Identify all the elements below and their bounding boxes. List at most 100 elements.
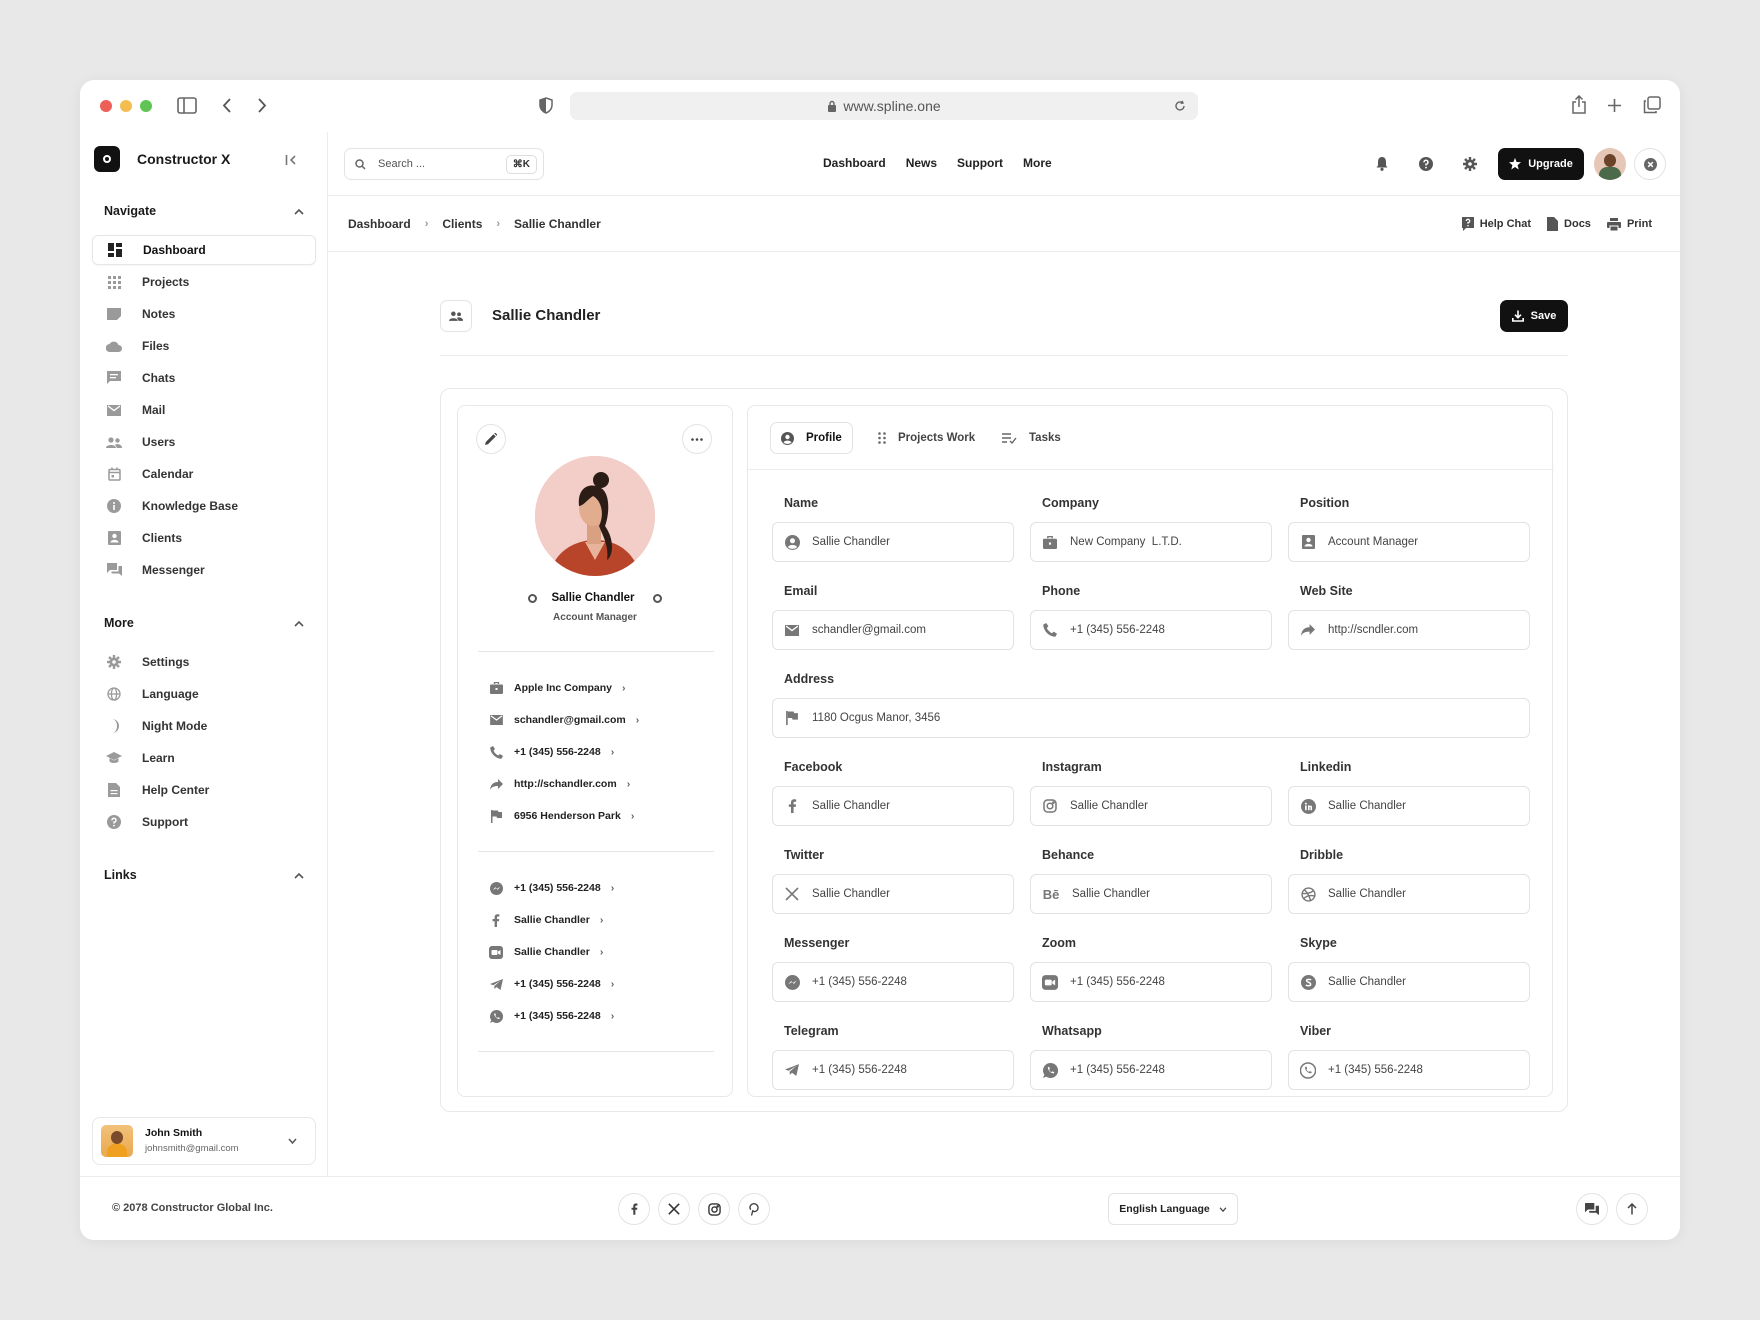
back-icon[interactable] — [222, 97, 232, 114]
twitter-field[interactable]: Sallie Chandler — [772, 874, 1014, 914]
behance-field[interactable]: Bē Sallie Chandler — [1030, 874, 1272, 914]
edit-button[interactable] — [476, 424, 506, 454]
info-phone[interactable]: +1 (345) 556-2248 › — [488, 736, 724, 768]
pinterest-link[interactable] — [738, 1193, 770, 1225]
sidebar-item-settings[interactable]: Settings — [92, 647, 316, 677]
language-selector[interactable]: English Language — [1108, 1193, 1238, 1225]
info-company[interactable]: Apple Inc Company › — [488, 672, 724, 704]
tab-bar: Profile Projects Work Tasks — [748, 406, 1554, 470]
forward-icon[interactable] — [257, 97, 267, 114]
messenger-field[interactable]: +1 (345) 556-2248 — [772, 962, 1014, 1002]
sidebar-item-support[interactable]: Support — [92, 807, 316, 837]
user-profile-card[interactable]: John Smith johnsmith@gmail.com — [92, 1117, 316, 1165]
whatsapp-field[interactable]: +1 (345) 556-2248 — [1030, 1050, 1272, 1090]
chat-support-button[interactable] — [1576, 1193, 1608, 1225]
position-field[interactable]: Account Manager — [1288, 522, 1530, 562]
address-bar[interactable]: www.spline.one — [570, 92, 1198, 120]
email-field[interactable]: schandler@gmail.com — [772, 610, 1014, 650]
tab-projects-work[interactable]: Projects Work — [868, 422, 985, 454]
topnav-support[interactable]: Support — [957, 156, 1003, 170]
dribble-field[interactable]: Sallie Chandler — [1288, 874, 1530, 914]
collapse-sidebar-icon[interactable] — [285, 154, 299, 166]
topnav-more[interactable]: More — [1023, 156, 1052, 170]
print-button[interactable]: Print — [1606, 217, 1652, 231]
instagram-link[interactable] — [698, 1193, 730, 1225]
viber-field[interactable]: +1 (345) 556-2248 — [1288, 1050, 1530, 1090]
share-icon[interactable] — [1571, 95, 1587, 114]
skype-field[interactable]: Sallie Chandler — [1288, 962, 1530, 1002]
info-address[interactable]: 6956 Henderson Park › — [488, 800, 724, 832]
links-section-header[interactable]: Links — [104, 868, 304, 882]
close-circle-icon[interactable] — [1634, 148, 1666, 180]
sidebar-item-knowledge-base[interactable]: Knowledge Base — [92, 491, 316, 521]
phone-label: Phone — [1042, 584, 1081, 598]
users-icon — [106, 434, 122, 450]
sidebar-item-mail[interactable]: Mail — [92, 395, 316, 425]
sidebar-item-night-mode[interactable]: Night Mode — [92, 711, 316, 741]
sidebar-item-files[interactable]: Files — [92, 331, 316, 361]
contact-messenger[interactable]: +1 (345) 556-2248 › — [488, 872, 724, 904]
brand[interactable]: Constructor X — [94, 146, 230, 172]
help-chat-button[interactable]: Help Chat — [1461, 217, 1531, 231]
more-options-button[interactable] — [682, 424, 712, 454]
contact-facebook[interactable]: Sallie Chandler › — [488, 904, 724, 936]
tab-profile[interactable]: Profile — [770, 422, 853, 454]
search-input[interactable]: Search ... — [378, 158, 425, 170]
reload-icon[interactable] — [1174, 100, 1186, 112]
scroll-to-top-button[interactable] — [1616, 1193, 1648, 1225]
contact-zoom[interactable]: Sallie Chandler › — [488, 936, 724, 968]
zoom-field[interactable]: +1 (345) 556-2248 — [1030, 962, 1272, 1002]
account-avatar[interactable] — [1594, 148, 1626, 180]
help-icon — [106, 814, 122, 830]
facebook-field[interactable]: Sallie Chandler — [772, 786, 1014, 826]
sidebar-item-users[interactable]: Users — [92, 427, 316, 457]
company-field[interactable]: New Company L.T.D. — [1030, 522, 1272, 562]
x-twitter-link[interactable] — [658, 1193, 690, 1225]
docs-button[interactable]: Docs — [1547, 217, 1591, 231]
help-icon[interactable] — [1410, 148, 1442, 180]
facebook-value: Sallie Chandler — [812, 800, 890, 812]
sidebar-item-projects[interactable]: Projects — [92, 267, 316, 297]
topnav-news[interactable]: News — [906, 156, 937, 170]
breadcrumb-clients[interactable]: Clients — [442, 217, 482, 231]
sidebar-item-notes[interactable]: Notes — [92, 299, 316, 329]
linkedin-field[interactable]: Sallie Chandler — [1288, 786, 1530, 826]
more-section-header[interactable]: More — [104, 616, 304, 630]
telegram-field[interactable]: +1 (345) 556-2248 — [772, 1050, 1014, 1090]
upgrade-button[interactable]: Upgrade — [1498, 148, 1584, 180]
sidebar-item-learn[interactable]: Learn — [92, 743, 316, 773]
tab-tasks[interactable]: Tasks — [992, 422, 1071, 454]
contact-telegram[interactable]: +1 (345) 556-2248 › — [488, 968, 724, 1000]
facebook-link[interactable] — [618, 1193, 650, 1225]
sidebar-item-dashboard[interactable]: Dashboard — [92, 235, 316, 265]
navigate-section-header[interactable]: Navigate — [104, 204, 304, 218]
shield-icon[interactable] — [539, 97, 553, 114]
phone-field[interactable]: +1 (345) 556-2248 — [1030, 610, 1272, 650]
sidebar-item-chats[interactable]: Chats — [92, 363, 316, 393]
website-field[interactable]: http://scndler.com — [1288, 610, 1530, 650]
close-window-button[interactable] — [100, 100, 112, 112]
search-box[interactable]: Search ... ⌘K — [344, 148, 544, 180]
sidebar-toggle-icon[interactable] — [177, 97, 197, 114]
graduation-icon — [106, 750, 122, 766]
minimize-window-button[interactable] — [120, 100, 132, 112]
sidebar-item-clients[interactable]: Clients — [92, 523, 316, 553]
sidebar-item-language[interactable]: Language — [92, 679, 316, 709]
save-button[interactable]: Save — [1500, 300, 1568, 332]
breadcrumb-dashboard[interactable]: Dashboard — [348, 217, 411, 231]
instagram-field[interactable]: Sallie Chandler — [1030, 786, 1272, 826]
settings-gear-icon[interactable] — [1454, 148, 1486, 180]
topnav-dashboard[interactable]: Dashboard — [823, 156, 886, 170]
info-email[interactable]: schandler@gmail.com › — [488, 704, 724, 736]
name-field[interactable]: Sallie Chandler — [772, 522, 1014, 562]
sidebar-item-help-center[interactable]: Help Center — [92, 775, 316, 805]
sidebar-item-calendar[interactable]: Calendar — [92, 459, 316, 489]
sidebar-item-messenger[interactable]: Messenger — [92, 555, 316, 585]
contact-whatsapp[interactable]: +1 (345) 556-2248 › — [488, 1000, 724, 1032]
tabs-overview-icon[interactable] — [1643, 96, 1661, 114]
bell-icon[interactable] — [1366, 148, 1398, 180]
address-field[interactable]: 1180 Ocgus Manor, 3456 — [772, 698, 1530, 738]
new-tab-icon[interactable] — [1607, 98, 1622, 113]
info-website[interactable]: http://schandler.com › — [488, 768, 724, 800]
maximize-window-button[interactable] — [140, 100, 152, 112]
